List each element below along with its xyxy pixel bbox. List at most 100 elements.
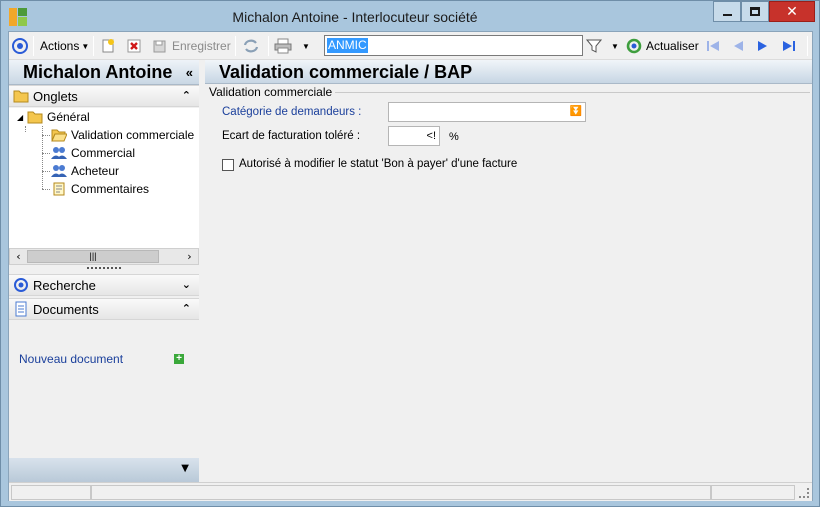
- tree-node-general[interactable]: ◢ Général: [17, 108, 90, 126]
- target-icon: [12, 38, 28, 54]
- status-bar: [9, 482, 812, 501]
- actions-label: Actions: [40, 39, 80, 53]
- authorize-bap-checkbox[interactable]: [222, 159, 234, 171]
- refresh-icon: [626, 38, 642, 54]
- search-section-label: Recherche: [33, 277, 96, 293]
- status-cell: [711, 485, 795, 500]
- document-icon: [15, 301, 27, 317]
- resize-grip-icon[interactable]: [799, 488, 809, 498]
- save-icon: [153, 40, 166, 53]
- first-record-button[interactable]: [705, 35, 721, 57]
- scroll-left-icon[interactable]: ‹: [10, 249, 27, 264]
- chevron-down-icon: ▼: [181, 463, 189, 474]
- tree-node-label: Validation commerciale: [71, 128, 195, 142]
- client-area: Actions ▼ Enregistrer ▼ ANMIC ▼ Actualis…: [8, 31, 813, 501]
- sync-icon: [243, 39, 259, 53]
- status-cell: [91, 485, 711, 500]
- splitter-grip[interactable]: [87, 267, 121, 270]
- tree-node-validation-commerciale[interactable]: Validation commerciale: [51, 126, 195, 144]
- next-icon: [758, 41, 767, 51]
- close-icon: ✕: [786, 3, 798, 20]
- expand-icon[interactable]: ◢: [17, 113, 27, 122]
- note-icon: [53, 182, 65, 196]
- refresh-button[interactable]: Actualiser: [626, 35, 699, 57]
- folder-icon: [27, 111, 43, 124]
- chevron-down-icon: ▼: [81, 41, 90, 51]
- print-dropdown[interactable]: ▼: [302, 35, 310, 57]
- tree-node-label: Acheteur: [71, 164, 120, 178]
- new-document-link[interactable]: Nouveau document: [19, 352, 123, 366]
- minimize-icon: [722, 13, 732, 16]
- filter-dropdown[interactable]: ▼: [611, 35, 619, 57]
- print-button[interactable]: [274, 35, 292, 57]
- tabs-section-label: Onglets: [33, 88, 78, 104]
- scroll-thumb[interactable]: |||: [27, 250, 159, 263]
- filter-button[interactable]: [586, 35, 602, 57]
- new-document-icon: [102, 39, 114, 53]
- add-icon[interactable]: +: [174, 354, 184, 364]
- application-window: Michalon Antoine - Interlocuteur société…: [0, 0, 820, 507]
- scroll-right-icon[interactable]: ›: [181, 249, 198, 264]
- last-record-button[interactable]: [781, 35, 797, 57]
- double-chevron-down-icon[interactable]: ⏬: [569, 105, 583, 119]
- open-folder-icon: [51, 129, 67, 142]
- sync-button[interactable]: [242, 35, 260, 57]
- tolerance-input[interactable]: <!: [388, 126, 440, 146]
- tree-node-commercial[interactable]: Commercial: [51, 144, 135, 162]
- status-cell: [11, 485, 91, 500]
- folder-icon: [13, 90, 29, 103]
- documents-section-header[interactable]: Documents ⌃: [9, 298, 199, 320]
- collapse-panel-icon[interactable]: «: [186, 65, 193, 80]
- previous-record-button[interactable]: [731, 35, 745, 57]
- next-record-button[interactable]: [756, 35, 770, 57]
- chevron-up-icon: ⌃: [181, 89, 191, 102]
- printer-icon: [274, 38, 292, 54]
- contact-name: Michalon Antoine: [23, 62, 173, 82]
- chevron-down-icon: ▼: [302, 41, 310, 51]
- page-title: Validation commerciale / BAP: [205, 60, 812, 84]
- group-label: Validation commerciale: [209, 85, 333, 99]
- save-label: Enregistrer: [172, 39, 231, 53]
- filter-icon: [586, 39, 602, 53]
- chevron-down-icon: ▼: [611, 41, 619, 51]
- first-icon: [707, 41, 719, 51]
- documents-section-label: Documents: [33, 301, 99, 317]
- left-panel-header: Michalon Antoine «: [9, 60, 199, 85]
- minimize-button[interactable]: [713, 1, 741, 22]
- delete-button[interactable]: [126, 35, 142, 57]
- left-panel: Michalon Antoine « Onglets ⌃ ◢ Général V…: [9, 60, 199, 482]
- actions-menu-button[interactable]: Actions ▼: [40, 35, 89, 57]
- chevron-down-icon: ⌄: [181, 278, 191, 291]
- tree-node-label: Général: [47, 110, 90, 124]
- save-button[interactable]: Enregistrer: [152, 35, 231, 57]
- category-combobox[interactable]: ⏬: [388, 102, 586, 122]
- maximize-icon: [750, 7, 760, 16]
- category-label: Catégorie de demandeurs :: [222, 106, 362, 118]
- title-bar[interactable]: Michalon Antoine - Interlocuteur société…: [1, 1, 819, 31]
- tree-node-label: Commercial: [71, 146, 136, 160]
- search-section-header[interactable]: Recherche ⌄: [9, 274, 199, 296]
- new-button[interactable]: [100, 35, 116, 57]
- delete-icon: [127, 39, 141, 53]
- tree-horizontal-scrollbar[interactable]: ‹ ||| ›: [9, 248, 199, 265]
- close-button[interactable]: ✕: [769, 1, 815, 22]
- authorize-bap-label[interactable]: Autorisé à modifier le statut 'Bon à pay…: [239, 158, 517, 170]
- last-icon: [783, 41, 795, 51]
- refresh-label: Actualiser: [646, 39, 699, 53]
- left-panel-footer[interactable]: ▼: [9, 458, 199, 482]
- toolbar: Actions ▼ Enregistrer ▼ ANMIC ▼ Actualis…: [9, 32, 812, 60]
- tree-node-commentaires[interactable]: Commentaires: [51, 180, 149, 198]
- users-icon: [51, 147, 67, 159]
- search-value: ANMIC: [327, 38, 368, 53]
- search-input[interactable]: ANMIC: [324, 35, 583, 56]
- window-title: Michalon Antoine - Interlocuteur société: [232, 9, 478, 25]
- target-icon: [14, 278, 28, 292]
- percent-label: %: [449, 131, 459, 143]
- maximize-button[interactable]: [741, 1, 769, 22]
- tolerance-label: Ecart de facturation toléré :: [222, 130, 361, 142]
- chevron-up-icon: ⌃: [181, 302, 191, 315]
- tabs-section-header[interactable]: Onglets ⌃: [9, 85, 199, 107]
- tree-node-acheteur[interactable]: Acheteur: [51, 162, 119, 180]
- users-icon: [51, 165, 67, 177]
- navigate-button[interactable]: [12, 35, 28, 57]
